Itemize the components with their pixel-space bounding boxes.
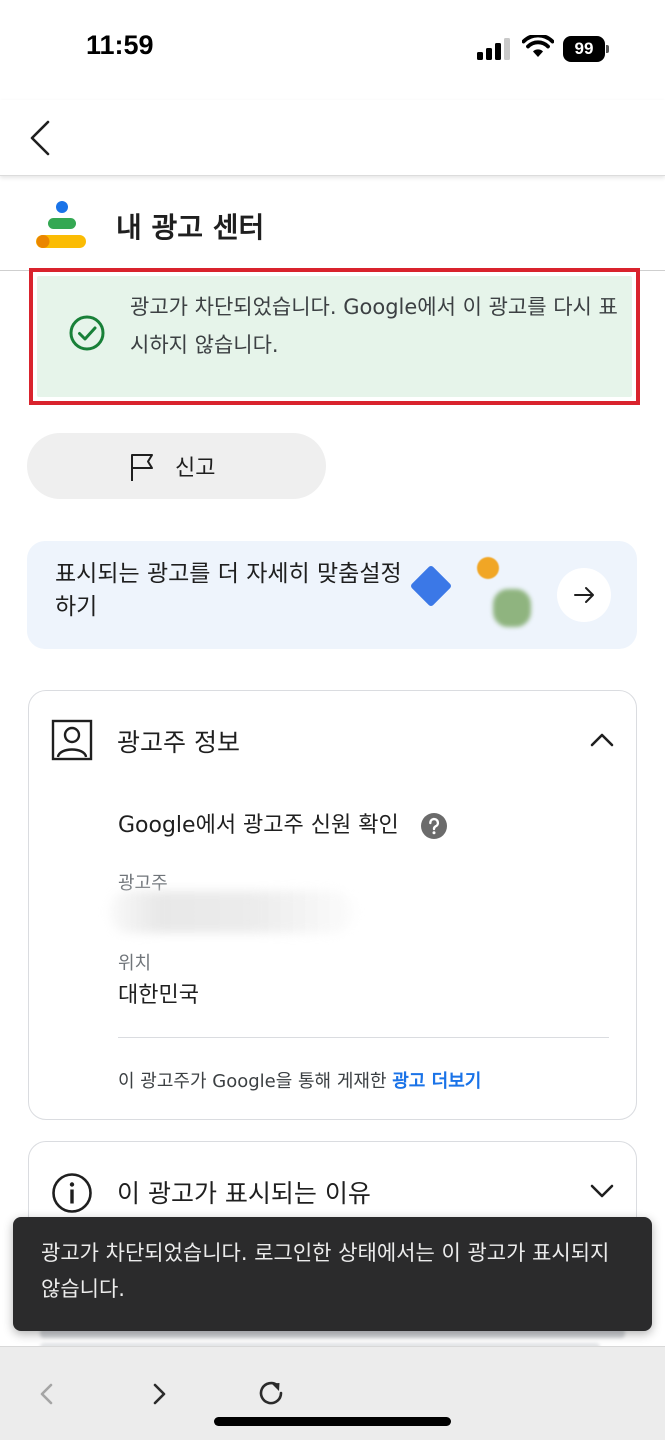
decorative-diamond	[409, 564, 453, 608]
why-card-title: 이 광고가 표시되는 이유	[117, 1179, 371, 1208]
forward-arrow-icon[interactable]	[146, 1381, 172, 1407]
status-bar: 11:59 99	[0, 0, 665, 100]
cellular-signal-icon	[477, 38, 510, 60]
more-ads-prefix: 이 광고주가 Google을 통해 게재한	[118, 1071, 393, 1092]
toast-message: 광고가 차단되었습니다. 로그인한 상태에서는 이 광고가 표시되지 않습니다.	[41, 1241, 610, 1301]
chevron-down-icon[interactable]	[589, 1178, 615, 1204]
advertiser-info-card: 광고주 정보 Google에서 광고주 신원 확인 광고주 위치 대한민국 이 …	[28, 690, 637, 1120]
browser-toolbar	[0, 1346, 665, 1440]
customize-arrow-button[interactable]	[557, 568, 611, 622]
wifi-icon	[522, 35, 554, 57]
ad-blocked-banner: 광고가 차단되었습니다. Google에서 이 광고를 다시 표시하지 않습니다…	[29, 268, 640, 405]
customize-ads-card[interactable]: 표시되는 광고를 더 자세히 맞춤설정하기	[27, 541, 637, 649]
banner-message: 광고가 차단되었습니다. Google에서 이 광고를 다시 표시하지 않습니다…	[130, 295, 618, 357]
arrow-right-icon	[574, 587, 594, 603]
flag-icon	[131, 454, 153, 481]
location-label: 위치	[118, 953, 152, 974]
top-bar	[0, 100, 665, 176]
verified-identity-text: Google에서 광고주 신원 확인	[118, 813, 399, 838]
app-header: 내 광고 센터	[0, 178, 665, 271]
home-indicator	[214, 1417, 451, 1426]
advertiser-card-title: 광고주 정보	[117, 728, 240, 757]
battery-tip	[606, 45, 609, 53]
check-circle-icon	[69, 315, 105, 351]
battery-level: 99	[563, 36, 605, 62]
chevron-left-icon[interactable]	[26, 118, 56, 158]
decorative-blob	[493, 589, 531, 627]
advertiser-name-redacted	[109, 891, 354, 933]
toast-notification: 광고가 차단되었습니다. 로그인한 상태에서는 이 광고가 표시되지 않습니다.	[13, 1217, 652, 1331]
status-time: 11:59	[86, 30, 154, 60]
banner-body: 광고가 차단되었습니다. Google에서 이 광고를 다시 표시하지 않습니다…	[37, 276, 632, 397]
reload-icon[interactable]	[256, 1378, 286, 1408]
info-icon	[52, 1173, 92, 1213]
more-ads-link[interactable]: 광고 더보기	[392, 1071, 481, 1092]
my-ad-center-logo	[36, 201, 86, 248]
report-button[interactable]: 신고	[27, 433, 326, 499]
card-divider	[118, 1037, 609, 1038]
more-ads-text: 이 광고주가 Google을 통해 게재한 광고 더보기	[118, 1067, 481, 1093]
location-value: 대한민국	[118, 983, 199, 1008]
battery-indicator: 99	[563, 36, 609, 62]
app-title: 내 광고 센터	[116, 211, 265, 244]
chevron-up-icon[interactable]	[589, 727, 615, 753]
help-icon[interactable]	[421, 813, 447, 839]
back-arrow-icon[interactable]	[34, 1381, 60, 1407]
customize-ads-text: 표시되는 광고를 더 자세히 맞춤설정하기	[55, 561, 402, 620]
report-label: 신고	[175, 456, 216, 481]
decorative-dot	[477, 557, 499, 579]
person-icon	[51, 719, 93, 761]
